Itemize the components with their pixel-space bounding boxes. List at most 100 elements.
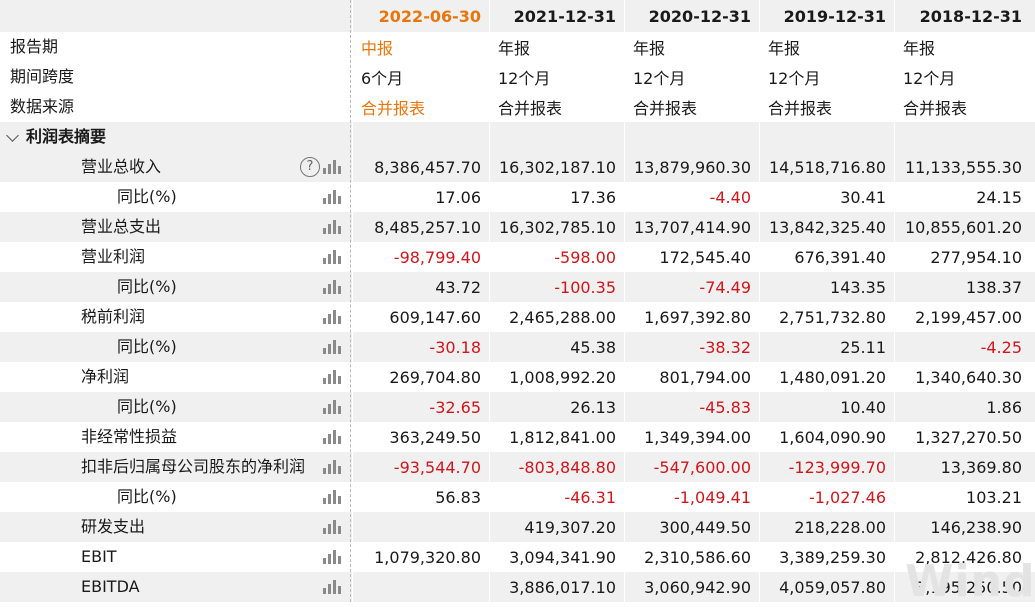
bar-chart-icon[interactable] bbox=[323, 550, 341, 564]
value-cell[interactable]: 1,480,091.20 bbox=[759, 362, 894, 392]
value-cell[interactable]: -803,848.80 bbox=[489, 452, 624, 482]
section-header-income-summary[interactable]: 利润表摘要 bbox=[0, 122, 1035, 152]
value-cell[interactable]: -100.35 bbox=[489, 272, 624, 302]
value-cell[interactable]: 8,386,457.70 bbox=[352, 152, 489, 182]
value-cell[interactable]: 676,391.40 bbox=[759, 242, 894, 272]
value-cell[interactable]: -4.25 bbox=[894, 332, 1030, 362]
value-cell[interactable]: 10.40 bbox=[759, 392, 894, 422]
value-cell[interactable]: 11,133,555.30 bbox=[894, 152, 1030, 182]
value-cell[interactable]: 4,059,057.80 bbox=[759, 572, 894, 602]
value-cell[interactable]: 1.86 bbox=[894, 392, 1030, 422]
bar-chart-icon[interactable] bbox=[323, 340, 341, 354]
bar-chart-icon[interactable] bbox=[323, 460, 341, 474]
value-cell[interactable]: -38.32 bbox=[624, 332, 759, 362]
value-cell[interactable]: -32.65 bbox=[352, 392, 489, 422]
value-cell[interactable]: 1,349,394.00 bbox=[624, 422, 759, 452]
chevron-down-icon[interactable] bbox=[6, 129, 19, 142]
value-cell[interactable]: -93,544.70 bbox=[352, 452, 489, 482]
value-cell[interactable]: -46.31 bbox=[489, 482, 624, 512]
value-cell[interactable]: 1,604,090.90 bbox=[759, 422, 894, 452]
value-cell[interactable]: 3,195,250.50 bbox=[894, 572, 1030, 602]
value-cell[interactable]: -1,027.46 bbox=[759, 482, 894, 512]
value-cell[interactable]: 138.37 bbox=[894, 272, 1030, 302]
value-cell[interactable]: 300,449.50 bbox=[624, 512, 759, 542]
bar-chart-icon[interactable] bbox=[323, 310, 341, 324]
value-cell[interactable]: 13,369.80 bbox=[894, 452, 1030, 482]
value-cell[interactable]: 218,228.00 bbox=[759, 512, 894, 542]
value-cell[interactable]: 24.15 bbox=[894, 182, 1030, 212]
bar-chart-icon[interactable] bbox=[323, 490, 341, 504]
value-cell[interactable]: 3,094,341.90 bbox=[489, 542, 624, 572]
bar-chart-icon[interactable] bbox=[323, 400, 341, 414]
value-cell[interactable]: 13,842,325.40 bbox=[759, 212, 894, 242]
value-cell[interactable]: 10,855,601.20 bbox=[894, 212, 1030, 242]
value-cell[interactable]: -598.00 bbox=[489, 242, 624, 272]
value-cell[interactable]: -45.83 bbox=[624, 392, 759, 422]
bar-chart-icon[interactable] bbox=[323, 220, 341, 234]
value-cell[interactable]: 2,465,288.00 bbox=[489, 302, 624, 332]
value-cell[interactable]: 13,707,414.90 bbox=[624, 212, 759, 242]
table-row: 净利润 269,704.80 1,008,992.20 801,794.00 1,480… bbox=[0, 362, 1035, 392]
value-cell[interactable]: 56.83 bbox=[352, 482, 489, 512]
bar-chart-icon[interactable] bbox=[323, 160, 341, 174]
value-cell[interactable]: 103.21 bbox=[894, 482, 1030, 512]
value-cell[interactable]: 17.06 bbox=[352, 182, 489, 212]
bar-chart-icon[interactable] bbox=[323, 580, 341, 594]
value-cell[interactable]: 8,485,257.10 bbox=[352, 212, 489, 242]
bar-chart-icon[interactable] bbox=[323, 280, 341, 294]
value-cell[interactable]: 2,751,732.80 bbox=[759, 302, 894, 332]
bar-chart-icon[interactable] bbox=[323, 520, 341, 534]
row-value: 中报 bbox=[361, 39, 394, 58]
value-cell[interactable]: 1,008,992.20 bbox=[489, 362, 624, 392]
value-cell[interactable]: 16,302,187.10 bbox=[489, 152, 624, 182]
value-cell[interactable]: 277,954.10 bbox=[894, 242, 1030, 272]
value-cell[interactable]: 3,886,017.10 bbox=[489, 572, 624, 602]
value-cell[interactable]: -1,049.41 bbox=[624, 482, 759, 512]
value-cell[interactable]: 30.41 bbox=[759, 182, 894, 212]
period-header[interactable]: 2020-12-31 bbox=[624, 0, 759, 32]
bar-chart-icon[interactable] bbox=[323, 190, 341, 204]
value-cell[interactable]: 25.11 bbox=[759, 332, 894, 362]
value-cell[interactable]: 2,812,426.80 bbox=[894, 542, 1030, 572]
value-cell[interactable]: 143.35 bbox=[759, 272, 894, 302]
value-cell[interactable]: 17.36 bbox=[489, 182, 624, 212]
value-cell[interactable]: 146,238.90 bbox=[894, 512, 1030, 542]
value-cell[interactable]: -123,999.70 bbox=[759, 452, 894, 482]
value-cell[interactable]: 14,518,716.80 bbox=[759, 152, 894, 182]
value-cell[interactable]: 1,697,392.80 bbox=[624, 302, 759, 332]
value-cell[interactable]: 3,389,259.30 bbox=[759, 542, 894, 572]
value-cell[interactable]: 13,879,960.30 bbox=[624, 152, 759, 182]
value-cell[interactable]: 45.38 bbox=[489, 332, 624, 362]
value-cell[interactable] bbox=[352, 572, 489, 602]
bar-chart-icon[interactable] bbox=[323, 430, 341, 444]
value-cell[interactable]: -98,799.40 bbox=[352, 242, 489, 272]
period-header-current[interactable]: 2022-06-30 bbox=[352, 0, 489, 32]
value-cell[interactable]: -30.18 bbox=[352, 332, 489, 362]
question-circle-icon[interactable]: ? bbox=[300, 157, 320, 177]
value-cell[interactable]: 1,079,320.80 bbox=[352, 542, 489, 572]
value-cell[interactable]: 609,147.60 bbox=[352, 302, 489, 332]
value-cell[interactable] bbox=[352, 512, 489, 542]
period-header[interactable]: 2019-12-31 bbox=[759, 0, 894, 32]
value-cell[interactable]: 1,327,270.50 bbox=[894, 422, 1030, 452]
value-cell[interactable]: 43.72 bbox=[352, 272, 489, 302]
bar-chart-icon[interactable] bbox=[323, 370, 341, 384]
period-header[interactable]: 2018-12-31 bbox=[894, 0, 1030, 32]
value-cell[interactable]: 419,307.20 bbox=[489, 512, 624, 542]
value-cell[interactable]: -547,600.00 bbox=[624, 452, 759, 482]
value-cell[interactable]: -4.40 bbox=[624, 182, 759, 212]
value-cell[interactable]: 172,545.40 bbox=[624, 242, 759, 272]
value-cell[interactable]: 2,199,457.00 bbox=[894, 302, 1030, 332]
value-cell[interactable]: 269,704.80 bbox=[352, 362, 489, 392]
value-cell[interactable]: 16,302,785.10 bbox=[489, 212, 624, 242]
value-cell[interactable]: 3,060,942.90 bbox=[624, 572, 759, 602]
value-cell[interactable]: -74.49 bbox=[624, 272, 759, 302]
value-cell[interactable]: 1,340,640.30 bbox=[894, 362, 1030, 392]
value-cell[interactable]: 26.13 bbox=[489, 392, 624, 422]
value-cell[interactable]: 363,249.50 bbox=[352, 422, 489, 452]
value-cell[interactable]: 2,310,586.60 bbox=[624, 542, 759, 572]
value-cell[interactable]: 1,812,841.00 bbox=[489, 422, 624, 452]
period-header[interactable]: 2021-12-31 bbox=[489, 0, 624, 32]
value-cell[interactable]: 801,794.00 bbox=[624, 362, 759, 392]
bar-chart-icon[interactable] bbox=[323, 250, 341, 264]
